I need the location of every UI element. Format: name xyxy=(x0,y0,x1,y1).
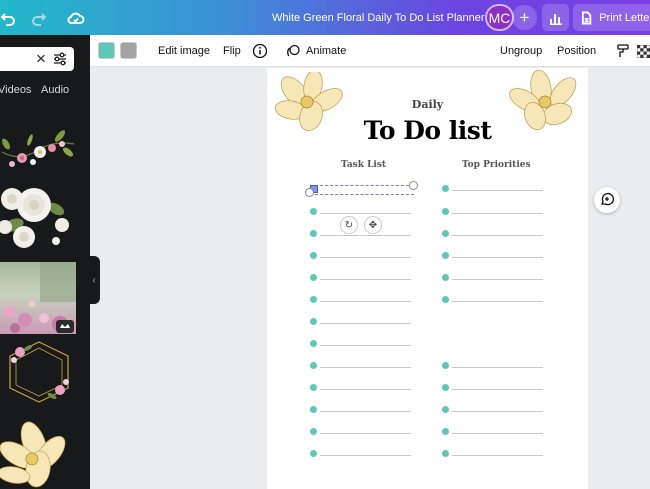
collapse-panel-button[interactable]: ‹ xyxy=(88,256,100,304)
bullet-dot xyxy=(310,340,317,347)
bar-chart-icon xyxy=(549,13,562,25)
task-line xyxy=(320,235,411,236)
side-panel: × Videos Audio xyxy=(0,35,90,489)
bullet-dot xyxy=(310,428,317,435)
pink-flower-field-photo[interactable] xyxy=(0,262,76,334)
undo-icon[interactable] xyxy=(0,0,16,35)
add-comment-button[interactable] xyxy=(594,187,620,213)
animate-icon xyxy=(287,44,300,57)
comment-icon xyxy=(601,192,615,206)
bullet-dot xyxy=(310,296,317,303)
search-input[interactable]: × xyxy=(0,47,74,71)
bullet-dot xyxy=(442,362,449,369)
transparency-icon[interactable] xyxy=(637,35,650,67)
task-line xyxy=(320,345,411,346)
task-line xyxy=(320,389,411,390)
move-icon[interactable]: ✥ xyxy=(364,216,382,234)
position-button[interactable]: Position xyxy=(557,35,596,67)
edit-image-button[interactable]: Edit image xyxy=(158,35,210,67)
priority-line xyxy=(452,455,543,456)
color-swatch-gray[interactable] xyxy=(120,42,137,59)
priority-line xyxy=(452,279,543,280)
bullet-dot xyxy=(442,406,449,413)
priority-line xyxy=(452,235,543,236)
bullet-dot xyxy=(442,185,449,192)
task-line xyxy=(320,301,411,302)
bullet-dot xyxy=(310,384,317,391)
document-title[interactable]: White Green Floral Daily To Do List Plan… xyxy=(272,0,485,35)
animate-label: Animate xyxy=(306,45,347,57)
bullet-dot xyxy=(442,252,449,259)
ungroup-button[interactable]: Ungroup xyxy=(500,35,542,67)
print-label: Print Letter xyxy=(599,11,650,24)
redo-icon[interactable] xyxy=(31,0,47,35)
task-line xyxy=(320,323,411,324)
color-swatch-teal[interactable] xyxy=(98,42,115,59)
bullet-dot xyxy=(310,208,317,215)
bullet-dot xyxy=(310,450,317,457)
tab-audio[interactable]: Audio xyxy=(41,84,69,96)
design-page[interactable]: Daily To Do list Task List Top Prioritie… xyxy=(267,68,588,489)
task-line xyxy=(320,257,411,258)
add-collaborator-button[interactable]: + xyxy=(512,5,537,30)
bullet-dot xyxy=(442,450,449,457)
avatar[interactable]: MC xyxy=(485,4,514,31)
cloud-saved-icon[interactable] xyxy=(67,0,85,35)
editor-toolbar: Edit image Flip Animate Ungroup Position xyxy=(90,35,650,67)
filter-icon[interactable] xyxy=(53,52,67,66)
document-icon xyxy=(581,10,592,25)
priority-line xyxy=(452,411,543,412)
bullet-dot xyxy=(310,252,317,259)
task-line xyxy=(320,367,411,368)
info-icon[interactable] xyxy=(252,35,268,67)
bullet-dot xyxy=(310,362,317,369)
page-title[interactable]: To Do list xyxy=(267,116,588,145)
bullet-dot xyxy=(442,208,449,215)
task-line xyxy=(320,279,411,280)
bullet-dot xyxy=(310,274,317,281)
priority-line xyxy=(452,213,543,214)
geometric-floral-frame-image[interactable] xyxy=(2,338,76,406)
bullet-dot xyxy=(442,296,449,303)
print-button[interactable]: Print Letter xyxy=(573,4,650,31)
task-line xyxy=(320,213,411,214)
animate-button[interactable]: Animate xyxy=(286,35,346,67)
tab-videos[interactable]: Videos xyxy=(0,84,31,96)
priority-line xyxy=(452,433,543,434)
task-line xyxy=(320,433,411,434)
selection-box[interactable] xyxy=(310,185,414,195)
task-line xyxy=(320,455,411,456)
resize-handle-right[interactable] xyxy=(409,181,418,190)
priority-line xyxy=(452,389,543,390)
priority-line xyxy=(452,190,543,191)
resize-handle-left[interactable] xyxy=(305,188,314,197)
insights-button[interactable] xyxy=(542,4,569,31)
flip-button[interactable]: Flip xyxy=(223,35,241,67)
priority-line xyxy=(452,257,543,258)
bullet-dot xyxy=(442,428,449,435)
white-roses-image[interactable] xyxy=(0,181,76,253)
cream-peony-image[interactable] xyxy=(0,419,76,489)
bullet-dot xyxy=(310,230,317,237)
clear-search-icon[interactable]: × xyxy=(36,49,46,69)
bullet-dot xyxy=(310,406,317,413)
task-list-heading[interactable]: Task List xyxy=(341,160,386,170)
floral-garland-image[interactable] xyxy=(0,122,76,178)
rotate-icon[interactable]: ↻ xyxy=(340,216,358,234)
top-priorities-heading[interactable]: Top Priorities xyxy=(462,160,531,170)
task-line xyxy=(320,411,411,412)
top-bar: White Green Floral Daily To Do List Plan… xyxy=(0,0,650,35)
subtitle-daily[interactable]: Daily xyxy=(267,98,588,111)
paint-roller-icon[interactable] xyxy=(616,35,630,67)
bullet-dot xyxy=(442,230,449,237)
bullet-dot xyxy=(310,318,317,325)
bullet-dot xyxy=(442,384,449,391)
bullet-dot xyxy=(442,274,449,281)
priority-line xyxy=(452,301,543,302)
priority-line xyxy=(452,367,543,368)
